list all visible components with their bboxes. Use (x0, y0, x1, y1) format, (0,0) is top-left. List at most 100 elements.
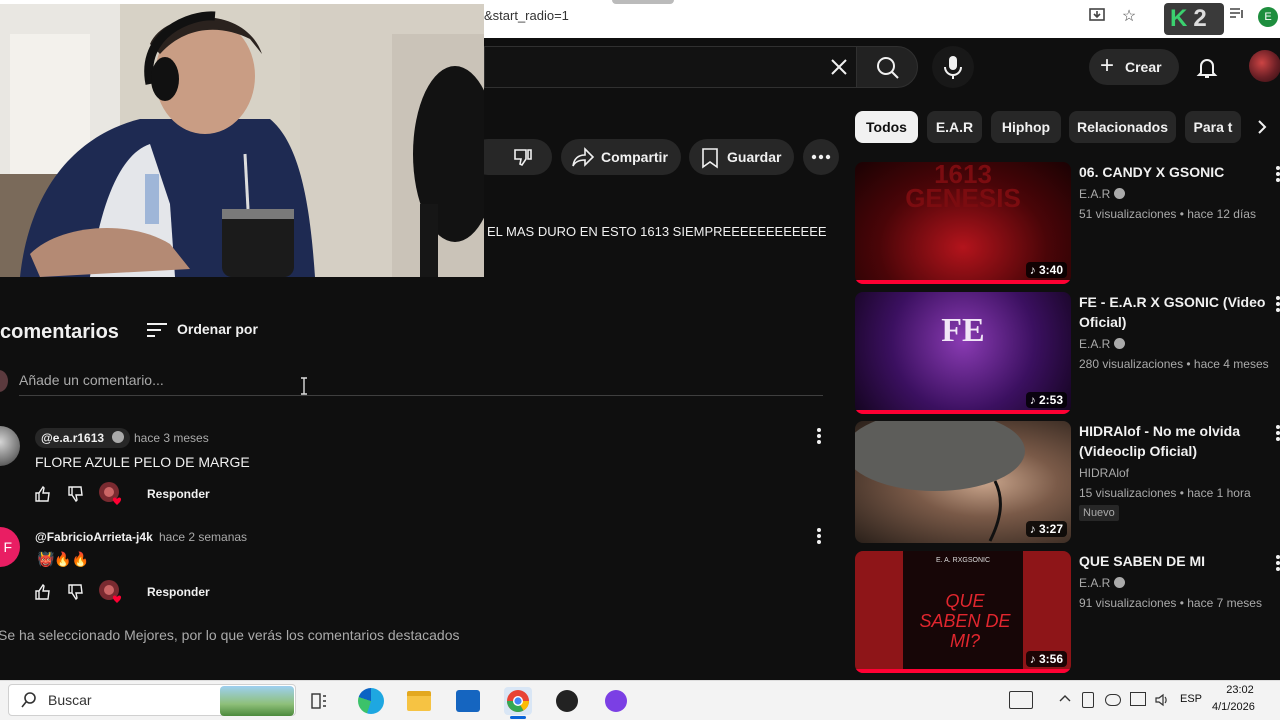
new-badge: Nuevo (1079, 505, 1119, 521)
related-title[interactable]: HIDRAlof - No me olvida (Videoclip Ofici… (1079, 421, 1269, 461)
related-title[interactable]: QUE SABEN DE MI (1079, 551, 1269, 571)
obs-icon[interactable] (556, 690, 578, 712)
taskbar-search-label: Buscar (48, 692, 92, 708)
language-indicator[interactable]: ESP (1180, 693, 1202, 705)
search-input[interactable] (484, 46, 856, 88)
chrome-icon[interactable] (504, 687, 532, 715)
search-icon (877, 57, 899, 79)
file-explorer-icon[interactable] (407, 691, 431, 711)
comment-time[interactable]: hace 3 meses (134, 431, 209, 445)
clear-search-icon[interactable] (824, 52, 854, 82)
comment-input-underline (19, 395, 823, 396)
related-menu-icon[interactable] (1276, 165, 1280, 183)
thumbnail-text: FE (941, 312, 985, 349)
related-channel[interactable]: HIDRAlof (1079, 466, 1129, 480)
notifications-icon[interactable] (1192, 52, 1222, 82)
related-meta: 15 visualizaciones • hace 1 hora (1079, 486, 1251, 500)
related-title[interactable]: FE - E.A.R X GSONIC (Video Oficial) (1079, 292, 1269, 332)
related-thumbnail[interactable]: 1613 GENESIS ♪ 3:40 (855, 162, 1071, 284)
comment-menu-icon[interactable] (817, 527, 821, 545)
thumbs-down-icon (514, 149, 532, 167)
voice-search-button[interactable] (932, 46, 974, 88)
duration-badge: ♪ 3:27 (1025, 521, 1067, 537)
sort-button[interactable]: Ordenar por (177, 321, 258, 337)
comment-author[interactable]: @FabricioArrieta-j4k (35, 530, 153, 544)
usb-icon[interactable] (1082, 692, 1094, 708)
related-thumbnail[interactable]: FE ♪ 2:53 (855, 292, 1071, 414)
search-button[interactable] (856, 46, 918, 88)
chip-hiphop[interactable]: Hiphop (991, 111, 1061, 143)
like-icon[interactable] (34, 583, 52, 601)
search-icon (20, 691, 38, 709)
like-icon[interactable] (34, 485, 52, 503)
duration-label: 3:56 (1038, 652, 1063, 666)
app-icon-purple[interactable] (605, 690, 627, 712)
task-view-icon[interactable] (308, 690, 330, 712)
related-channel[interactable]: E.A.R (1079, 187, 1125, 201)
address-bar-url[interactable]: &start_radio=1 (484, 8, 569, 23)
more-actions-button[interactable] (803, 139, 839, 175)
store-icon[interactable] (456, 690, 480, 712)
cloud-icon[interactable] (1105, 694, 1121, 706)
chip-relacionados[interactable]: Relacionados (1069, 111, 1176, 143)
comment-author[interactable]: @e.a.r1613 (41, 431, 104, 445)
related-thumbnail[interactable]: E. A. RXGSONIC QUE SABEN DE MI? ♪ 3:56 (855, 551, 1071, 673)
dislike-icon[interactable] (67, 583, 85, 601)
save-label: Guardar (727, 149, 782, 165)
duration-label: 2:53 (1038, 393, 1063, 407)
comments-footer-note: Se ha seleccionado Mejores, por lo que v… (0, 627, 460, 643)
account-avatar[interactable] (1249, 50, 1280, 82)
dislike-icon[interactable] (67, 485, 85, 503)
duration-badge: ♪ 2:53 (1025, 392, 1067, 408)
verified-icon (1113, 338, 1125, 349)
share-label: Compartir (601, 149, 668, 165)
browser-tab-edge (612, 0, 674, 4)
save-button[interactable]: Guardar (689, 139, 794, 175)
clock-date[interactable]: 4/1/2026 (1212, 701, 1255, 713)
keyboard-icon[interactable] (1009, 691, 1033, 709)
edge-icon[interactable] (358, 688, 384, 714)
video-description-text: EL MAS DURO EN ESTO 1613 SIEMPREEEEEEEEE… (487, 224, 827, 239)
music-note-icon: ♪ (1029, 652, 1039, 666)
related-title[interactable]: 06. CANDY X GSONIC (1079, 162, 1269, 182)
clock-time[interactable]: 23:02 (1218, 684, 1262, 696)
chip-para-ti[interactable]: Para t (1185, 111, 1241, 143)
channel-name: E.A.R (1079, 187, 1111, 201)
taskbar-active-indicator (510, 716, 526, 719)
extension-badge[interactable]: K2 (1164, 3, 1224, 35)
music-note-icon: ♪ (1029, 522, 1039, 536)
reply-button[interactable]: Responder (147, 585, 210, 599)
share-button[interactable]: Compartir (561, 139, 681, 175)
related-menu-icon[interactable] (1276, 295, 1280, 313)
watch-progress (855, 280, 1071, 284)
related-channel[interactable]: E.A.R (1079, 337, 1125, 351)
comment-text: FLORE AZULE PELO DE MARGE (35, 454, 250, 470)
chip-ear[interactable]: E.A.R (927, 111, 982, 143)
related-channel[interactable]: E.A.R (1079, 576, 1125, 590)
creator-heart-avatar (98, 481, 124, 507)
related-menu-icon[interactable] (1276, 554, 1280, 572)
comment-text: 👹🔥🔥 (37, 551, 90, 567)
chevron-right-icon[interactable] (1252, 117, 1272, 137)
comment-time[interactable]: hace 2 semanas (159, 530, 247, 544)
queue-icon[interactable] (1226, 6, 1248, 28)
bookmark-star-icon[interactable]: ☆ (1118, 6, 1140, 28)
browser-profile-avatar[interactable]: E (1258, 7, 1278, 27)
add-comment-input[interactable]: Añade un comentario... (19, 372, 164, 388)
related-menu-icon[interactable] (1276, 424, 1280, 442)
network-icon[interactable] (1130, 692, 1146, 706)
channel-name: E.A.R (1079, 337, 1111, 351)
microphone-icon (944, 56, 962, 79)
duration-label: 3:40 (1038, 263, 1063, 277)
comment-avatar[interactable] (0, 426, 20, 466)
related-thumbnail[interactable]: ♪ 3:27 (855, 421, 1071, 543)
more-horizontal-icon (811, 154, 831, 160)
volume-icon[interactable] (1154, 692, 1170, 708)
install-app-icon[interactable] (1086, 6, 1108, 28)
chip-todos[interactable]: Todos (855, 111, 918, 143)
reply-button[interactable]: Responder (147, 487, 210, 501)
comment-menu-icon[interactable] (817, 427, 821, 445)
comment-avatar[interactable]: F (0, 527, 20, 567)
sort-icon[interactable] (146, 320, 168, 340)
chevron-up-icon[interactable] (1058, 692, 1072, 706)
